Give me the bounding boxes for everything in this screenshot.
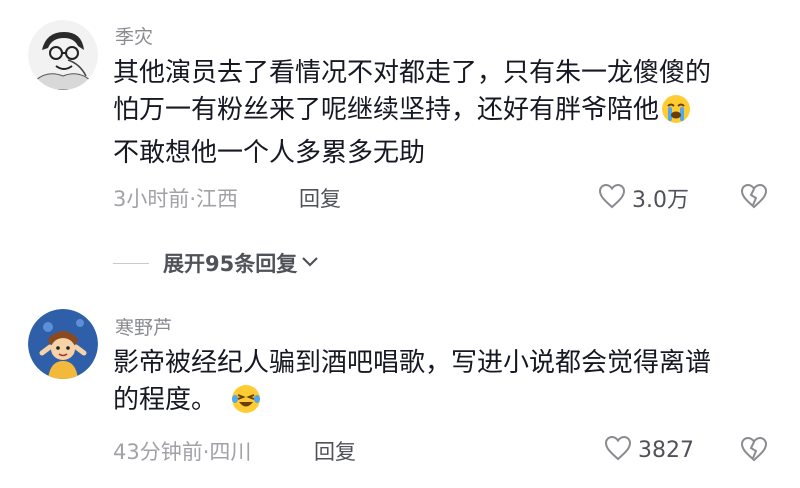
like-button[interactable]: 3827 <box>604 435 694 465</box>
comment-line: 其他演员去了看情况不对都走了，只有朱一龙傻傻的 <box>113 58 712 88</box>
heart-icon <box>598 183 626 213</box>
broken-heart-icon <box>740 436 768 466</box>
reply-button[interactable]: 回复 <box>299 183 341 213</box>
chevron-down-icon <box>301 254 319 273</box>
broken-heart-icon <box>740 183 768 213</box>
timestamp-location: 3小时前·江西 <box>113 187 239 211</box>
comment-text: 影帝被经纪人骗到酒吧唱歌，写进小说都会觉得离谱 的程度。 <box>113 345 773 425</box>
avatar[interactable] <box>28 20 98 90</box>
laughing-crying-face-icon <box>231 384 261 425</box>
comment-line-text: 的程度。 <box>113 385 218 415</box>
divider <box>113 262 149 264</box>
like-button[interactable]: 3.0万 <box>598 182 689 214</box>
reply-button[interactable]: 回复 <box>314 436 356 466</box>
username[interactable]: 寒野芦 <box>115 313 172 340</box>
dislike-button[interactable] <box>740 436 768 466</box>
timestamp-location: 43分钟前·四川 <box>113 440 252 464</box>
comment-line: 不敢想他一个人多累多无助 <box>113 138 426 168</box>
like-count: 3827 <box>638 437 694 463</box>
expand-replies-label: 展开95条回复 <box>163 252 298 276</box>
username[interactable]: 季灾 <box>115 22 153 49</box>
like-count: 3.0万 <box>632 188 689 213</box>
comment-text: 其他演员去了看情况不对都走了，只有朱一龙傻傻的 怕万一有粉丝来了呢继续坚持，还好… <box>113 55 773 172</box>
avatar[interactable] <box>28 309 98 379</box>
dislike-button[interactable] <box>740 183 768 213</box>
crying-face-icon <box>661 94 691 135</box>
comment-line: 怕万一有粉丝来了呢继续坚持，还好有胖爷陪他 <box>113 92 773 135</box>
comment-line-text: 怕万一有粉丝来了呢继续坚持，还好有胖爷陪他 <box>113 95 660 125</box>
expand-replies-button[interactable]: 展开95条回复 <box>113 248 319 278</box>
heart-icon <box>604 435 632 465</box>
comment-line: 影帝被经纪人骗到酒吧唱歌，写进小说都会觉得离谱 <box>113 348 712 378</box>
comment-line: 的程度。 <box>113 382 773 425</box>
